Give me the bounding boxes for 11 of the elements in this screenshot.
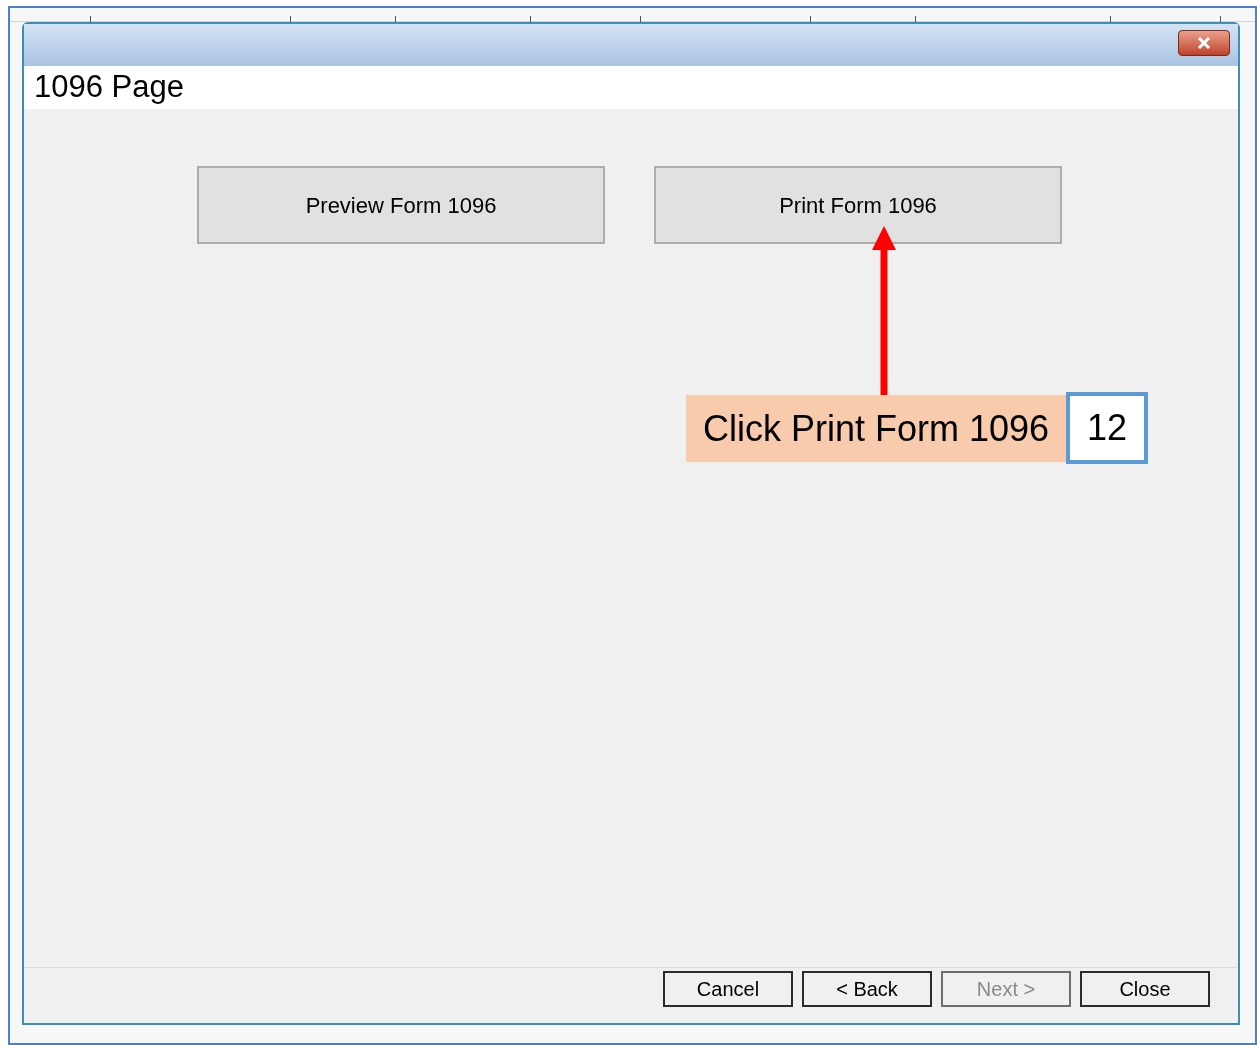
page-title: 1096 Page xyxy=(34,68,184,107)
footer-button[interactable]: Close xyxy=(1080,971,1210,1007)
close-icon xyxy=(1197,37,1211,49)
arrow-icon xyxy=(872,226,896,398)
form-button[interactable]: Preview Form 1096 xyxy=(197,166,605,244)
footer-button[interactable]: < Back xyxy=(802,971,932,1007)
form-button[interactable]: Print Form 1096 xyxy=(654,166,1062,244)
close-button[interactable] xyxy=(1178,30,1230,56)
footer-button[interactable]: Cancel xyxy=(663,971,793,1007)
callout-label: Click Print Form 1096 xyxy=(686,395,1067,462)
step-number: 12 xyxy=(1066,392,1149,464)
